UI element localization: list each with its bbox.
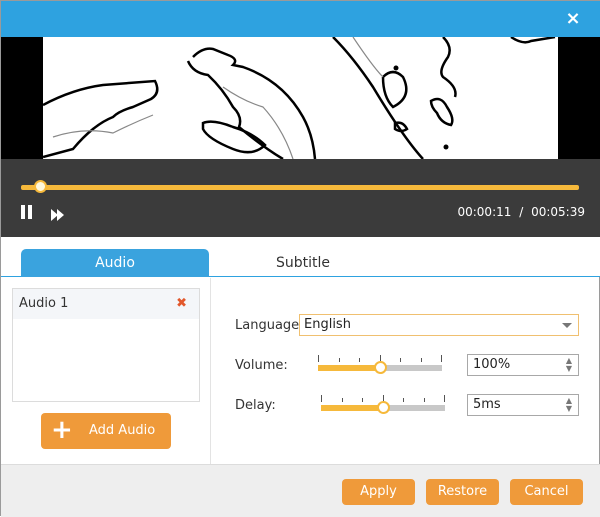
audio-subtitle-dialog: × 00:00:11 / 00:05:39 Audio Subtitle Aud…	[0, 0, 600, 517]
slider-tick	[444, 395, 445, 402]
dialog-footer: Apply Restore Cancel	[1, 464, 600, 517]
volume-slider[interactable]	[318, 355, 442, 377]
slider-tick	[403, 398, 404, 402]
spin-arrows-icon[interactable]: ▲ ▼	[566, 397, 572, 413]
video-map-image	[43, 37, 556, 159]
volume-spinbox[interactable]: 100% ▲ ▼	[467, 354, 579, 376]
apply-button[interactable]: Apply	[342, 479, 415, 505]
delay-slider[interactable]	[321, 395, 445, 417]
language-value: English	[304, 317, 351, 332]
language-select[interactable]: English	[299, 314, 579, 336]
chevron-down-icon	[562, 323, 572, 328]
progress-thumb[interactable]	[33, 180, 47, 193]
audio-track-panel: Audio 1 ✖ + Add Audio	[1, 278, 211, 464]
language-label: Language:	[235, 318, 304, 333]
restore-button[interactable]: Restore	[426, 479, 499, 505]
fast-forward-icon[interactable]	[51, 206, 65, 221]
delay-fill	[321, 405, 383, 411]
total-time: 00:05:39	[531, 205, 585, 219]
volume-fill	[318, 365, 380, 371]
tab-bar: Audio Subtitle	[1, 237, 600, 277]
plus-icon: +	[51, 415, 73, 445]
delete-icon[interactable]: ✖	[176, 289, 187, 319]
delay-spinbox[interactable]: 5ms ▲ ▼	[467, 394, 579, 416]
slider-tick	[362, 398, 363, 402]
audio-track-label: Audio 1	[19, 296, 69, 311]
volume-thumb[interactable]	[374, 361, 387, 374]
delay-label: Delay:	[235, 398, 276, 413]
add-audio-label: Add Audio	[89, 423, 156, 438]
audio-settings-panel: Language: English Volume: 100% ▲ ▼ Delay:…	[212, 278, 600, 464]
video-preview	[1, 37, 600, 159]
tab-subtitle[interactable]: Subtitle	[209, 249, 397, 277]
slider-tick	[423, 398, 425, 402]
current-time: 00:00:11	[457, 205, 512, 219]
slider-tick	[338, 358, 340, 362]
slider-tick	[359, 358, 360, 362]
pause-icon[interactable]	[21, 205, 33, 219]
volume-label: Volume:	[235, 358, 288, 373]
slider-tick	[420, 358, 422, 362]
delay-value: 5ms	[473, 397, 501, 412]
volume-value: 100%	[473, 357, 511, 372]
add-audio-button[interactable]: + Add Audio	[41, 413, 171, 449]
title-bar: ×	[1, 1, 600, 37]
slider-tick	[441, 355, 442, 362]
slider-tick	[400, 358, 401, 362]
audio-track-list: Audio 1 ✖	[12, 288, 200, 402]
close-icon[interactable]: ×	[563, 9, 583, 29]
time-display: 00:00:11 / 00:05:39	[457, 205, 585, 219]
delay-thumb[interactable]	[377, 401, 390, 414]
video-frame	[43, 37, 558, 159]
slider-tick	[321, 395, 322, 402]
slider-tick	[318, 355, 319, 362]
slider-tick	[341, 398, 343, 402]
list-item[interactable]: Audio 1 ✖	[13, 289, 199, 319]
time-separator: /	[519, 205, 524, 219]
spin-arrows-icon[interactable]: ▲ ▼	[566, 357, 572, 373]
cancel-button[interactable]: Cancel	[510, 479, 583, 505]
player-controls: 00:00:11 / 00:05:39	[1, 159, 600, 237]
progress-bar[interactable]	[21, 185, 579, 190]
tab-audio[interactable]: Audio	[21, 249, 209, 277]
